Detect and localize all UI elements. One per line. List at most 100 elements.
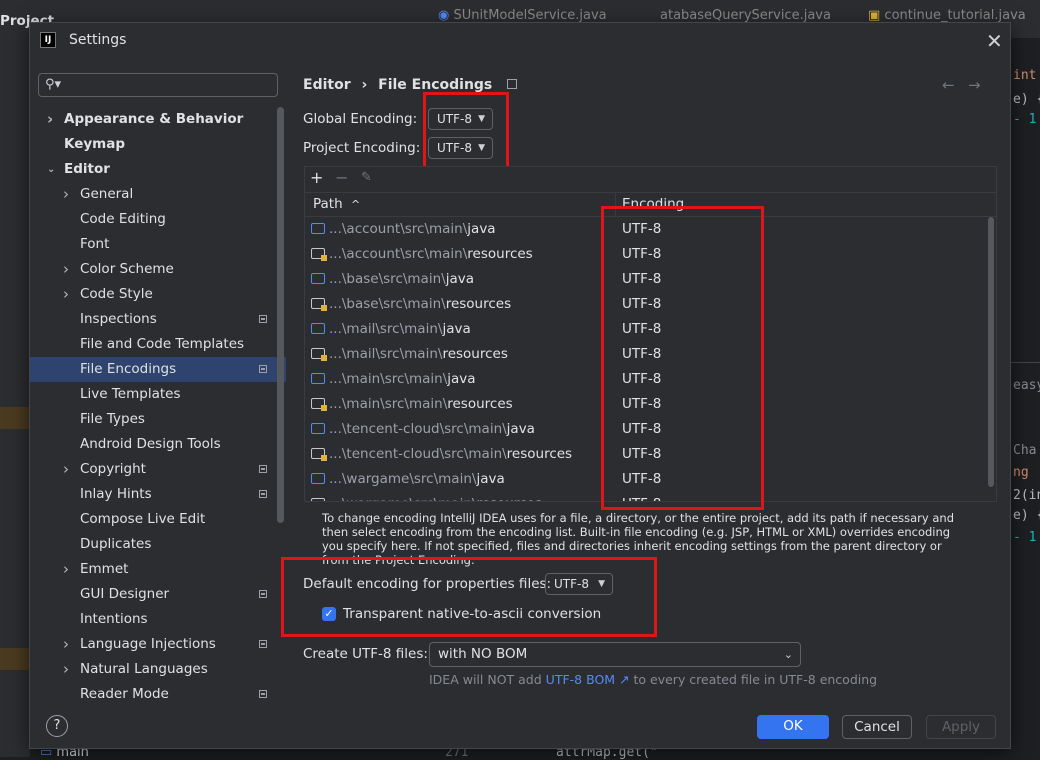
path-cell: ...\tencent-cloud\src\main\resources: [329, 442, 572, 467]
encoding-cell[interactable]: UTF-8: [622, 417, 661, 442]
chevron-right-icon[interactable]: ›: [63, 557, 69, 582]
path-cell: ...\mail\src\main\java: [329, 317, 471, 342]
tree-item-language-injections[interactable]: › Language Injections: [30, 632, 286, 657]
project-settings-icon: [259, 690, 267, 698]
edit-icon[interactable]: ✎: [361, 170, 372, 185]
tree-item-editor[interactable]: ⌄ Editor: [30, 157, 286, 182]
column-separator[interactable]: [615, 192, 616, 216]
encoding-cell[interactable]: UTF-8: [622, 267, 661, 292]
tree-item-code-style[interactable]: › Code Style: [30, 282, 286, 307]
tree-item-reader-mode[interactable]: Reader Mode: [30, 682, 286, 707]
tree-item-android-design-tools[interactable]: Android Design Tools: [30, 432, 286, 457]
tree-item-compose-live-edit[interactable]: Compose Live Edit: [30, 507, 286, 532]
code-fragment: - 1: [1013, 530, 1037, 545]
code-fragment: easy: [1013, 378, 1040, 393]
encoding-cell[interactable]: UTF-8: [622, 217, 661, 242]
apply-button[interactable]: Apply: [926, 715, 996, 739]
tree-item-copyright[interactable]: › Copyright: [30, 457, 286, 482]
create-utf8-combo[interactable]: with NO BOM ⌄: [429, 642, 801, 667]
tree-item-natural-languages[interactable]: › Natural Languages: [30, 657, 286, 682]
tree-item-file-types[interactable]: File Types: [30, 407, 286, 432]
tree-item-live-templates[interactable]: Live Templates: [30, 382, 286, 407]
chevron-right-icon[interactable]: ›: [63, 257, 69, 282]
path-cell: ...\main\src\main\resources: [329, 392, 513, 417]
table-row[interactable]: ...\base\src\main\java UTF-8: [305, 267, 987, 292]
encoding-cell[interactable]: UTF-8: [622, 242, 661, 267]
ok-button[interactable]: OK: [757, 715, 829, 739]
table-row[interactable]: ...\tencent-cloud\src\main\resources UTF-…: [305, 442, 987, 467]
chevron-down-icon: ⌄: [783, 648, 793, 661]
tree-item-duplicates[interactable]: Duplicates: [30, 532, 286, 557]
encoding-cell[interactable]: UTF-8: [622, 467, 661, 492]
tree-item-label: Editor: [64, 161, 110, 177]
table-row[interactable]: ...\account\src\main\resources UTF-8: [305, 242, 987, 267]
native-to-ascii-checkbox[interactable]: ✓: [322, 607, 336, 621]
table-row[interactable]: ...\wargame\src\main\java UTF-8: [305, 467, 987, 492]
encoding-cell[interactable]: UTF-8: [622, 392, 661, 417]
table-scrollbar[interactable]: [988, 217, 994, 487]
encoding-cell[interactable]: UTF-8: [622, 492, 661, 501]
project-settings-icon: [259, 490, 267, 498]
tree-item-label: GUI Designer: [80, 586, 170, 602]
forward-arrow-icon[interactable]: →: [968, 76, 981, 94]
close-icon[interactable]: ✕: [986, 29, 1003, 53]
chevron-right-icon[interactable]: ›: [63, 457, 69, 482]
tree-item-gui-designer[interactable]: GUI Designer: [30, 582, 286, 607]
back-arrow-icon[interactable]: ←: [942, 76, 955, 94]
tree-item-file-and-code-templates[interactable]: File and Code Templates: [30, 332, 286, 357]
encoding-cell[interactable]: UTF-8: [622, 342, 661, 367]
tree-item-inlay-hints[interactable]: Inlay Hints: [30, 482, 286, 507]
add-icon[interactable]: +: [310, 168, 323, 187]
remove-icon[interactable]: −: [335, 168, 348, 187]
help-button[interactable]: ?: [46, 715, 68, 737]
table-row[interactable]: ...\main\src\main\resources UTF-8: [305, 392, 987, 417]
chevron-right-icon[interactable]: ›: [63, 657, 69, 682]
project-encoding-combo[interactable]: UTF-8 ▼: [428, 137, 493, 159]
breadcrumb-parent[interactable]: Editor: [303, 77, 351, 93]
encoding-cell[interactable]: UTF-8: [622, 292, 661, 317]
tree-item-label: Android Design Tools: [80, 436, 221, 452]
global-encoding-combo[interactable]: UTF-8 ▼: [428, 108, 493, 130]
table-row[interactable]: ...\tencent-cloud\src\main\java UTF-8: [305, 417, 987, 442]
tree-item-font[interactable]: Font: [30, 232, 286, 257]
path-name: resources: [445, 296, 512, 312]
tree-item-appearance-behavior[interactable]: › Appearance & Behavior: [30, 107, 286, 132]
tree-item-intentions[interactable]: Intentions: [30, 607, 286, 632]
encoding-cell[interactable]: UTF-8: [622, 317, 661, 342]
path-name: java: [445, 271, 474, 287]
table-row[interactable]: ...\account\src\main\java UTF-8: [305, 217, 987, 242]
table-row[interactable]: ...\wargame\src\main\resources UTF-8: [305, 492, 987, 501]
native-to-ascii-label[interactable]: Transparent native-to-ascii conversion: [343, 606, 601, 622]
tree-item-emmet[interactable]: › Emmet: [30, 557, 286, 582]
bom-hint: IDEA will NOT add UTF-8 BOM ↗ to every c…: [429, 672, 877, 687]
path-column-header[interactable]: Path ^: [313, 196, 360, 212]
tree-item-label: Appearance & Behavior: [64, 111, 244, 127]
utf8-bom-link[interactable]: UTF-8 BOM ↗: [546, 672, 630, 687]
settings-search-input[interactable]: ⚲▾: [38, 73, 278, 97]
tree-scrollbar[interactable]: [277, 107, 284, 523]
cancel-button[interactable]: Cancel: [842, 715, 912, 739]
encoding-column-header[interactable]: Encoding: [622, 196, 684, 212]
table-row[interactable]: ...\main\src\main\java UTF-8: [305, 367, 987, 392]
tree-item-label: Copyright: [80, 461, 146, 477]
chevron-right-icon[interactable]: ›: [63, 182, 69, 207]
resources-folder-icon: [311, 348, 327, 361]
properties-encoding-combo[interactable]: UTF-8 ▼: [545, 573, 613, 595]
encoding-cell[interactable]: UTF-8: [622, 442, 661, 467]
breadcrumb: Editor › File Encodings: [303, 77, 518, 93]
tree-item-general[interactable]: › General: [30, 182, 286, 207]
tree-item-inspections[interactable]: Inspections: [30, 307, 286, 332]
table-row[interactable]: ...\mail\src\main\java UTF-8: [305, 317, 987, 342]
resources-folder-icon: [311, 298, 327, 311]
encoding-cell[interactable]: UTF-8: [622, 367, 661, 392]
tree-item-color-scheme[interactable]: › Color Scheme: [30, 257, 286, 282]
tree-item-keymap[interactable]: Keymap: [30, 132, 286, 157]
tree-item-code-editing[interactable]: Code Editing: [30, 207, 286, 232]
table-row[interactable]: ...\mail\src\main\resources UTF-8: [305, 342, 987, 367]
chevron-right-icon[interactable]: ›: [63, 282, 69, 307]
table-row[interactable]: ...\base\src\main\resources UTF-8: [305, 292, 987, 317]
chevron-right-icon[interactable]: ›: [47, 107, 53, 132]
tree-item-file-encodings[interactable]: File Encodings: [30, 357, 286, 382]
chevron-right-icon[interactable]: ›: [63, 632, 69, 657]
chevron-down-icon[interactable]: ⌄: [47, 157, 55, 182]
